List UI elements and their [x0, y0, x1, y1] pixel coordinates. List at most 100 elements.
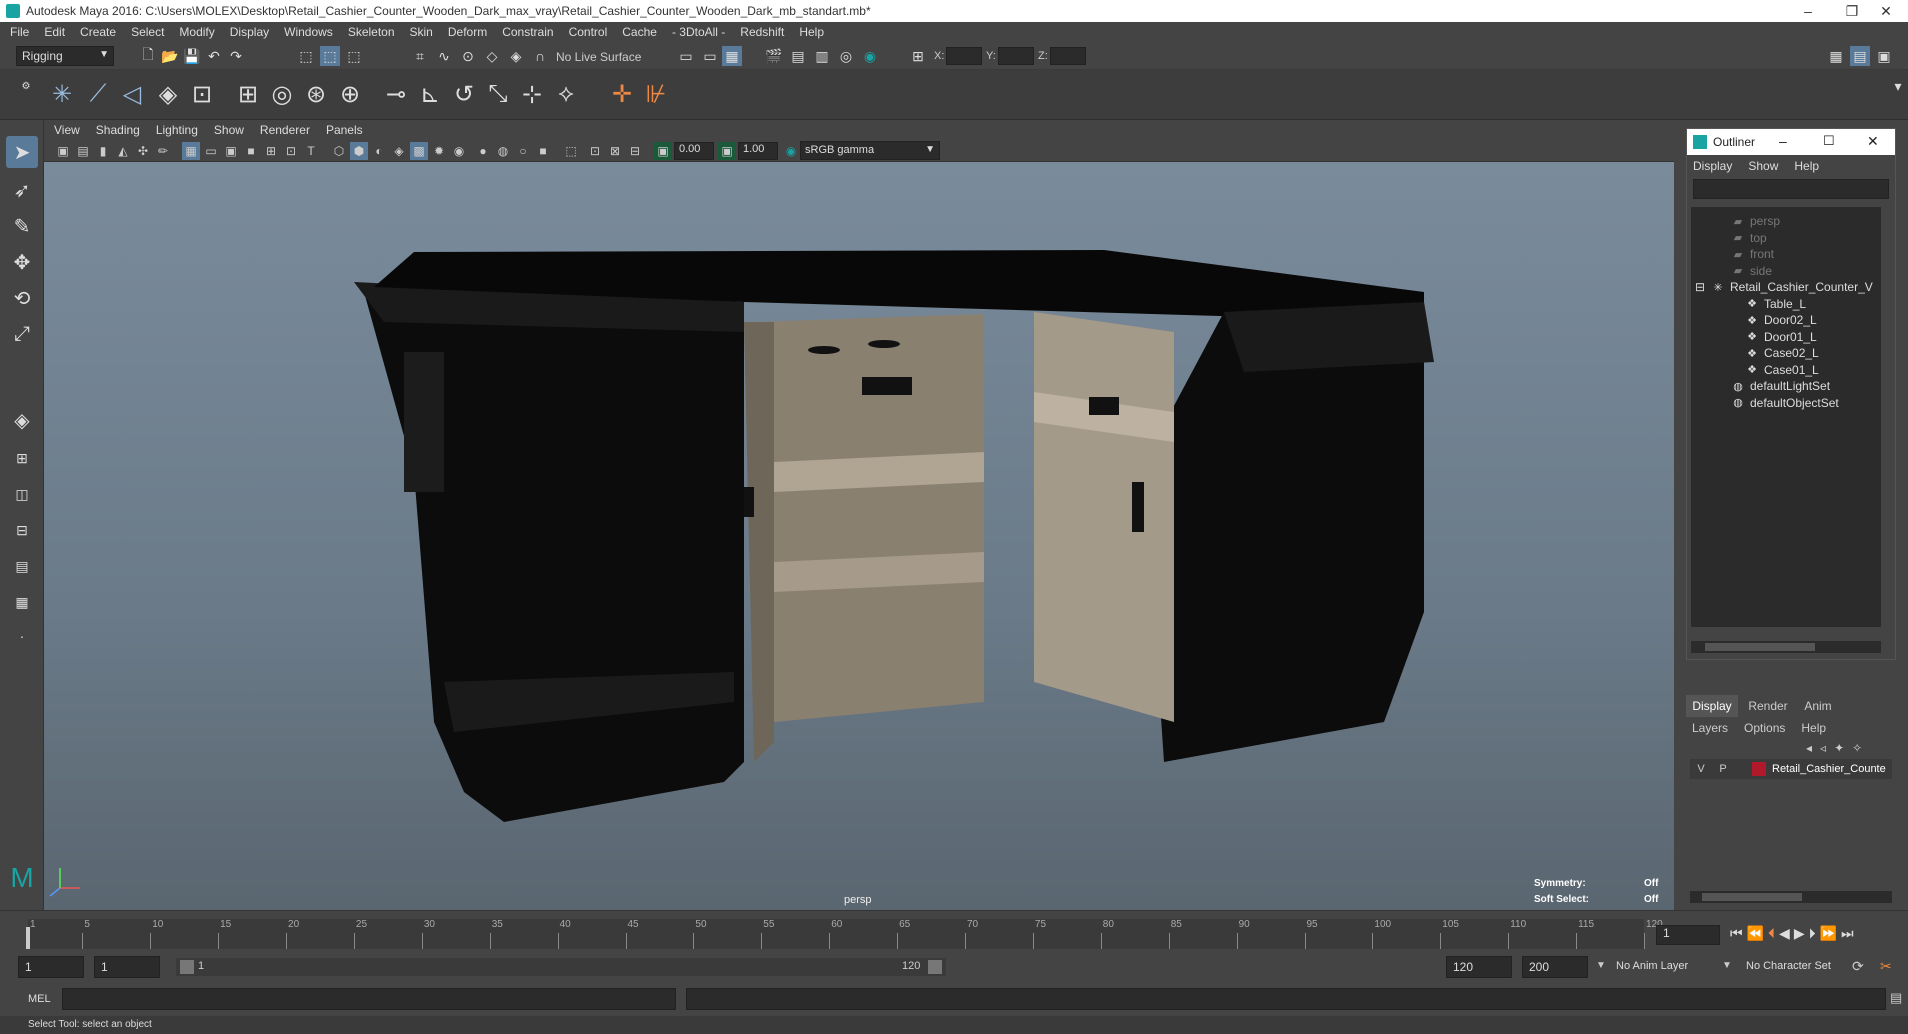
end-time-field[interactable]: 200: [1522, 956, 1588, 978]
gamma-icon[interactable]: ▣: [718, 142, 736, 160]
paint-select-icon[interactable]: ✎: [6, 210, 38, 242]
layer-menu-layers[interactable]: Layers: [1692, 721, 1728, 735]
panel-layout-icon[interactable]: ▣: [1874, 46, 1894, 66]
mirror-joint-icon[interactable]: ◈: [152, 78, 184, 110]
menu-cache[interactable]: Cache: [622, 25, 657, 39]
close-icon[interactable]: ✕: [1864, 0, 1908, 22]
menu-redshift[interactable]: Redshift: [740, 25, 784, 39]
menu-file[interactable]: File: [10, 25, 29, 39]
z-field[interactable]: [1050, 47, 1086, 65]
new-layer-selected-icon[interactable]: ✧: [1852, 741, 1862, 755]
snap-surface-icon[interactable]: ◈: [506, 46, 526, 66]
layout-two-stack-icon[interactable]: ⊟: [6, 514, 38, 546]
render-frame-icon[interactable]: 🎬: [764, 46, 784, 66]
move-layer-down-icon[interactable]: ◃: [1820, 741, 1826, 755]
color-management-icon[interactable]: ◉: [782, 142, 800, 160]
magnet-icon[interactable]: ∩: [530, 46, 550, 66]
aim-constraint-icon[interactable]: ⊾: [414, 78, 446, 110]
layer-playback[interactable]: P: [1712, 763, 1734, 775]
wireframe-icon[interactable]: ⬡: [330, 142, 348, 160]
undo-icon[interactable]: ↶: [204, 46, 224, 66]
menu-skeleton[interactable]: Skeleton: [348, 25, 395, 39]
lattice-icon[interactable]: ⊛: [300, 78, 332, 110]
menu-create[interactable]: Create: [80, 25, 116, 39]
viewport-menu-panels[interactable]: Panels: [326, 123, 363, 137]
layout-more-icon[interactable]: ·: [6, 620, 38, 652]
layer-row[interactable]: V P Retail_Cashier_Counte: [1690, 759, 1892, 779]
menu-display[interactable]: Display: [230, 25, 269, 39]
safe-title-icon[interactable]: T: [302, 142, 320, 160]
hud-icon[interactable]: ⊡: [586, 142, 604, 160]
scroll-thumb[interactable]: [1702, 893, 1802, 901]
xray-icon[interactable]: ●: [474, 142, 492, 160]
preferences-icon[interactable]: ✂: [1880, 958, 1892, 975]
ipr-render-icon[interactable]: ▤: [788, 46, 808, 66]
step-forward-icon[interactable]: ⏩: [1820, 925, 1837, 942]
menu-deform[interactable]: Deform: [448, 25, 487, 39]
grid-icon[interactable]: ▦: [182, 142, 200, 160]
move-layer-up-icon[interactable]: ◂: [1806, 741, 1812, 755]
gate-mask-icon[interactable]: ■: [242, 142, 260, 160]
transform-mode-icon[interactable]: ⊞: [908, 46, 928, 66]
menu-modify[interactable]: Modify: [179, 25, 214, 39]
layout-two-side-icon[interactable]: ◫: [6, 478, 38, 510]
bookmark-icon[interactable]: ▮: [94, 142, 112, 160]
layer-color-swatch[interactable]: [1752, 762, 1766, 776]
exposure-icon[interactable]: ▣: [654, 142, 672, 160]
tab-anim[interactable]: Anim: [1796, 695, 1840, 717]
camera-attr-icon[interactable]: ▤: [74, 142, 92, 160]
start-time-field[interactable]: 1: [18, 956, 84, 978]
set-key-icon[interactable]: ⊮: [640, 78, 672, 110]
motion-blur-icon[interactable]: ⊠: [606, 142, 624, 160]
select-component-icon[interactable]: ⬚: [344, 46, 364, 66]
viewport-menu-renderer[interactable]: Renderer: [260, 123, 310, 137]
tab-render[interactable]: Render: [1742, 695, 1794, 717]
snap-plane-icon[interactable]: ◇: [482, 46, 502, 66]
pole-vector-icon[interactable]: ⟡: [550, 78, 582, 110]
color-space-selector[interactable]: sRGB gamma ▼: [800, 141, 940, 160]
ik-spline-icon[interactable]: ◁: [116, 78, 148, 110]
script-editor-icon[interactable]: ▤: [1890, 990, 1902, 1006]
layer-hscroll[interactable]: [1690, 891, 1892, 903]
isolate-select-icon[interactable]: ⬚: [562, 142, 580, 160]
joint-tool-icon[interactable]: ✳: [46, 78, 78, 110]
menu-skin[interactable]: Skin: [410, 25, 433, 39]
step-back-icon[interactable]: ⏪: [1747, 925, 1764, 942]
field-chart-icon[interactable]: ⊞: [262, 142, 280, 160]
collapse-icon[interactable]: ⊟: [1695, 280, 1705, 294]
chevron-down-icon[interactable]: ▼: [1596, 960, 1606, 971]
point-constraint-icon[interactable]: ⊸: [380, 78, 412, 110]
outliner-menu-display[interactable]: Display: [1693, 159, 1732, 173]
new-scene-icon[interactable]: 🗋: [138, 46, 158, 66]
new-layer-icon[interactable]: ✦: [1834, 741, 1844, 755]
render-settings-icon[interactable]: ▥: [812, 46, 832, 66]
layer-menu-help[interactable]: Help: [1801, 721, 1826, 735]
output-ops-icon[interactable]: ▭: [700, 46, 720, 66]
construction-history-icon[interactable]: ▦: [722, 46, 742, 66]
go-to-start-icon[interactable]: ⏮: [1730, 925, 1743, 942]
range-bar[interactable]: 1 120: [176, 958, 946, 976]
playback-start-field[interactable]: 1: [94, 956, 160, 978]
textured-icon[interactable]: ◈: [390, 142, 408, 160]
wireframe-on-shaded-icon[interactable]: ▩: [410, 142, 428, 160]
range-handle-end[interactable]: [928, 960, 942, 974]
xray-joints-icon[interactable]: ◍: [494, 142, 512, 160]
viewport-menu-show[interactable]: Show: [214, 123, 244, 137]
render-view-icon[interactable]: ◉: [860, 46, 880, 66]
cluster-icon[interactable]: ⊕: [334, 78, 366, 110]
menu-edit[interactable]: Edit: [44, 25, 65, 39]
outliner-search[interactable]: [1693, 179, 1889, 199]
select-object-icon[interactable]: ⬚: [320, 46, 340, 66]
command-input[interactable]: [62, 988, 676, 1010]
ambient-occlusion-icon[interactable]: ■: [534, 142, 552, 160]
workspace-icon[interactable]: ▦: [1826, 46, 1846, 66]
2d-pan-icon[interactable]: ✣: [134, 142, 152, 160]
x-field[interactable]: [946, 47, 982, 65]
viewport-3d[interactable]: persp Symmetry: Off Soft Select: Off: [44, 162, 1674, 910]
playback-end-field[interactable]: 120: [1446, 956, 1512, 978]
close-icon[interactable]: ✕: [1867, 133, 1879, 150]
snap-curve-icon[interactable]: ∿: [434, 46, 454, 66]
y-field[interactable]: [998, 47, 1034, 65]
film-gate-icon[interactable]: ▭: [202, 142, 220, 160]
outliner-menu-show[interactable]: Show: [1748, 159, 1778, 173]
